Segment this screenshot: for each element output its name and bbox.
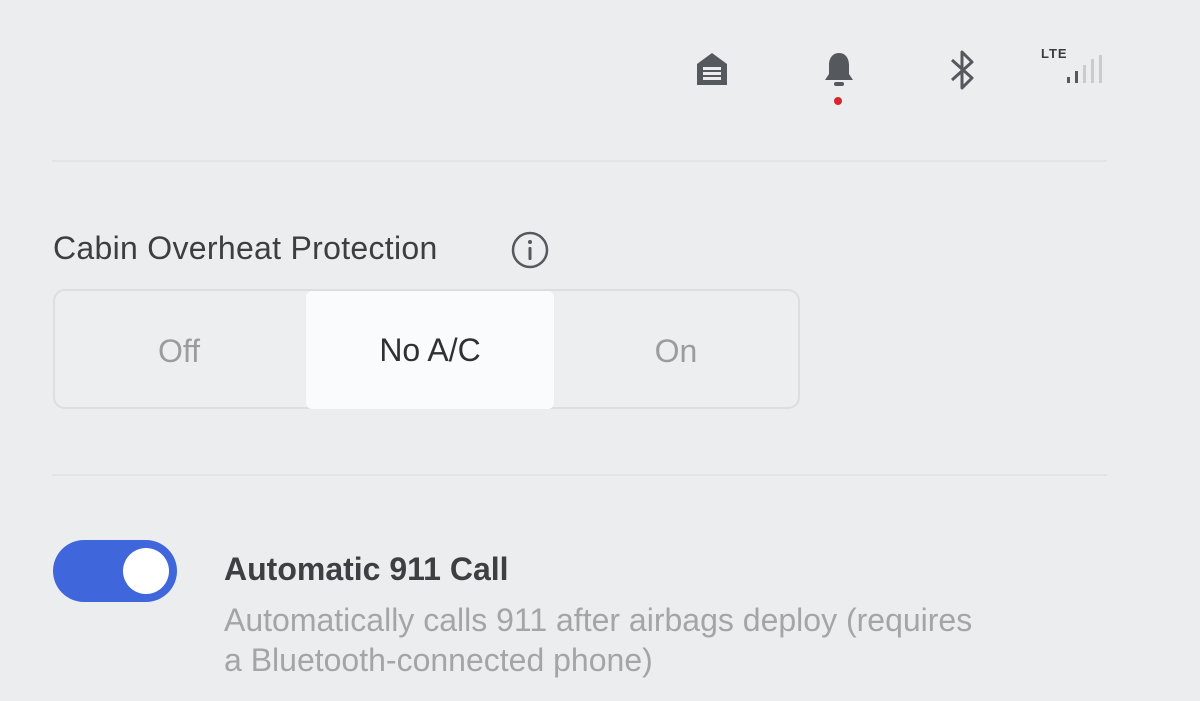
automatic-911-description: Automatically calls 911 after airbags de… [224,600,1124,680]
description-line: Automatically calls 911 after airbags de… [224,602,973,638]
automatic-911-toggle[interactable] [53,540,177,602]
option-on[interactable]: On [552,293,800,409]
option-off[interactable]: Off [55,293,303,409]
status-bar: LTE [0,0,1200,160]
divider [52,160,1107,162]
toggle-knob [123,548,169,594]
divider [52,474,1107,476]
bluetooth-icon[interactable] [945,48,979,92]
cabin-overheat-selector: Off No A/C On [53,289,800,409]
signal-icon[interactable] [1064,53,1106,85]
bell-icon[interactable] [822,50,856,90]
info-icon[interactable] [510,230,550,270]
cabin-overheat-title: Cabin Overheat Protection [53,230,438,266]
garage-icon[interactable] [694,50,730,88]
description-line: a Bluetooth-connected phone) [224,642,653,678]
notification-dot [834,97,842,105]
option-no-ac[interactable]: No A/C [306,291,554,409]
automatic-911-title: Automatic 911 Call [224,551,509,587]
